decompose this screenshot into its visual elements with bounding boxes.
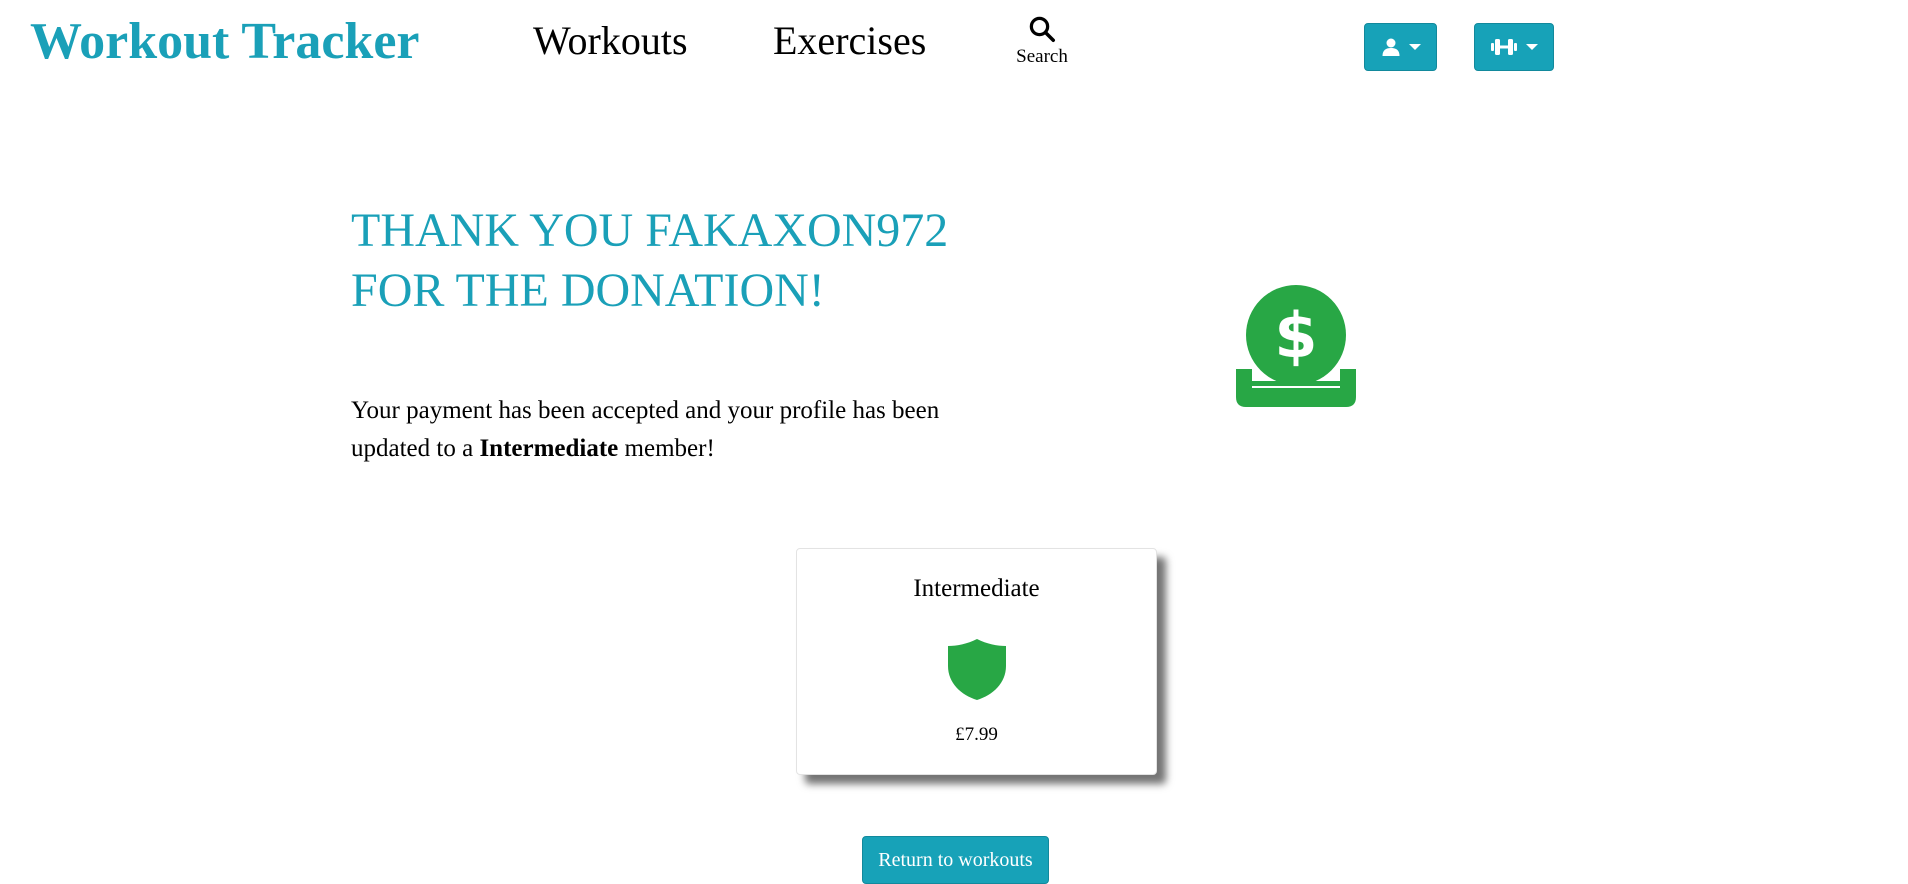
membership-tier-card: Intermediate £7.99 [796, 548, 1157, 775]
money-deposit-icon: $ [1236, 285, 1356, 407]
dumbbell-icon [1491, 39, 1517, 55]
user-icon [1382, 38, 1399, 56]
tier-price: £7.99 [955, 724, 998, 745]
chevron-down-icon [1408, 44, 1421, 50]
membership-level-text: Intermediate [479, 435, 619, 462]
tier-name: Intermediate [913, 575, 1040, 602]
nav-link-exercises[interactable]: Exercises [773, 16, 926, 66]
chevron-down-icon [1526, 44, 1538, 50]
thank-you-heading: THANK YOU FAKAXON972 FOR THE DONATION! [351, 204, 949, 317]
brand-logo-link[interactable]: Workout Tracker [30, 10, 420, 74]
nav-link-workouts[interactable]: Workouts [533, 16, 688, 66]
search-label: Search [1016, 46, 1068, 67]
confirmation-text-end: member! [618, 435, 715, 462]
return-to-workouts-button[interactable]: Return to workouts [862, 836, 1049, 884]
workout-menu-dropdown-button[interactable] [1474, 23, 1554, 71]
top-navbar: Workout Tracker Workouts Exercises Searc… [0, 0, 1908, 90]
shield-icon [948, 639, 1006, 700]
user-menu-dropdown-button[interactable] [1364, 23, 1437, 71]
payment-confirmation-text: Your payment has been accepted and your … [351, 392, 971, 468]
svg-text:$: $ [1274, 299, 1317, 372]
search-icon [1029, 16, 1055, 42]
nav-search-link[interactable]: Search [1012, 14, 1072, 68]
